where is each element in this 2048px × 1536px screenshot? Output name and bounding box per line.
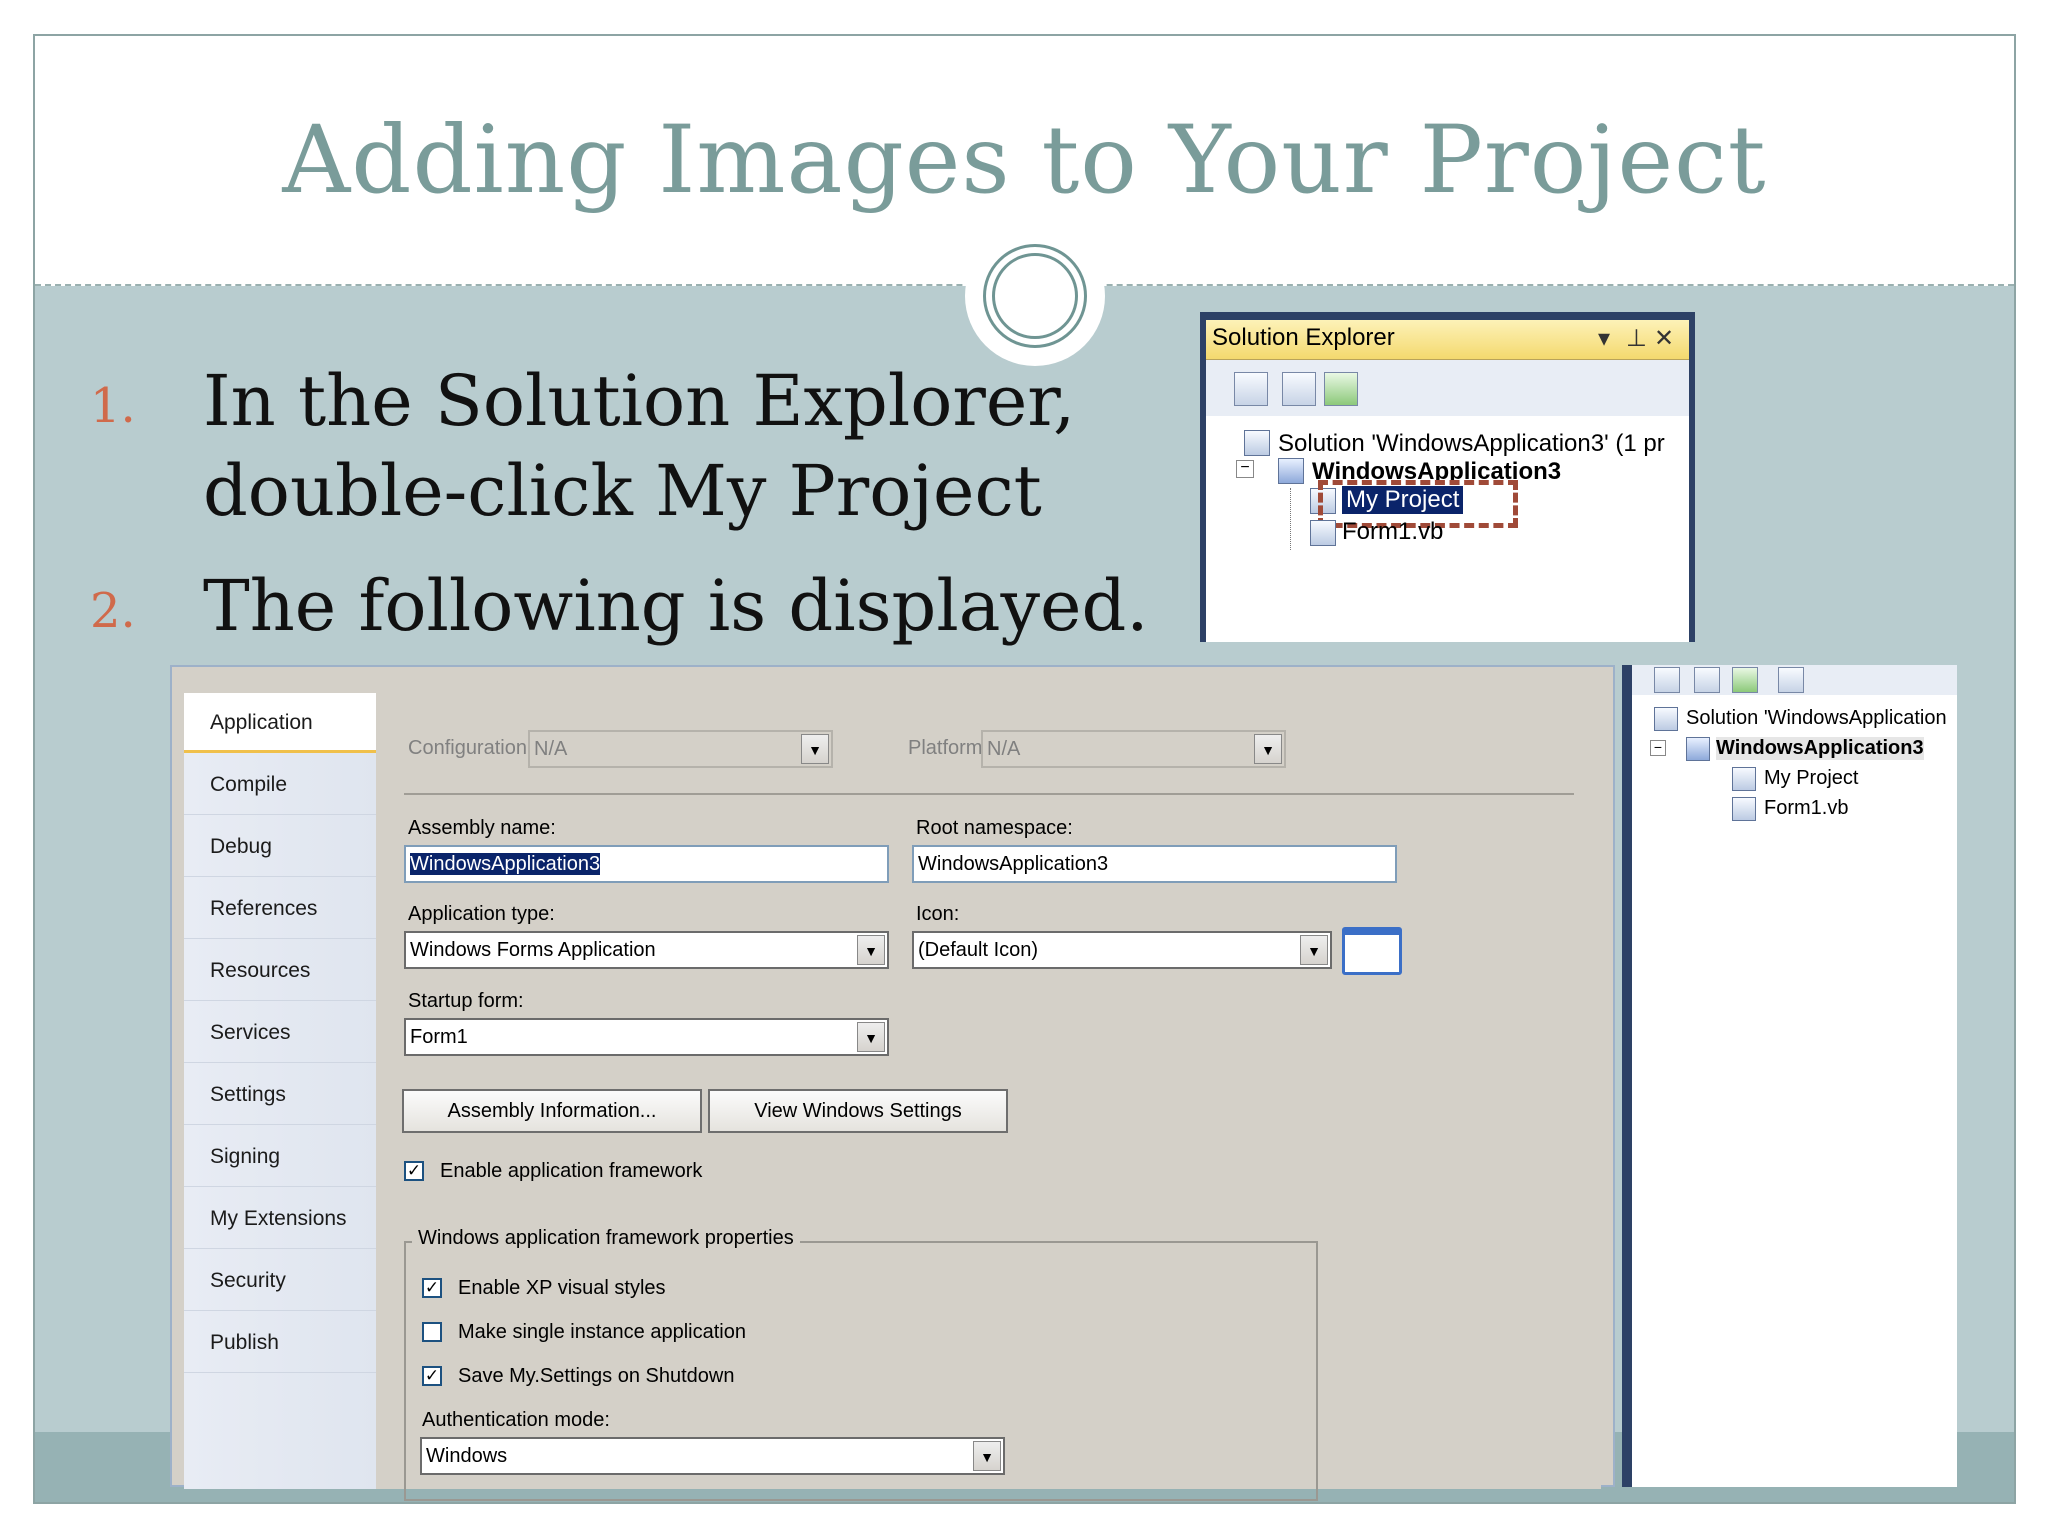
enable-framework-checkbox[interactable]: ✓ (404, 1161, 424, 1181)
platform-label: Platform: (908, 737, 989, 759)
assembly-name-field[interactable]: WindowsApplication3 (404, 845, 889, 883)
solution-explorer-toolbar (1632, 665, 1957, 695)
authentication-mode-select[interactable]: Windows ▼ (420, 1437, 1005, 1475)
single-instance-label: Make single instance application (458, 1321, 746, 1343)
tree-form1[interactable]: Form1.vb (1764, 797, 1848, 820)
pin-icon[interactable]: ⊥ (1626, 324, 1647, 353)
list-item-2: 2. The following is displayed. (90, 561, 1190, 651)
form-icon (1732, 797, 1756, 821)
show-all-files-icon[interactable] (1694, 667, 1720, 693)
properties-nav: Application Compile Debug References Res… (184, 693, 376, 1489)
chevron-down-icon: ▼ (1300, 935, 1328, 965)
enable-framework-label: Enable application framework (440, 1160, 703, 1182)
class-view-icon[interactable] (1778, 667, 1804, 693)
solution-icon (1654, 707, 1678, 731)
chevron-down-icon: ▼ (973, 1441, 1001, 1471)
application-type-value: Windows Forms Application (410, 939, 656, 961)
list-item-1: 1. In the Solution Explorer, double-clic… (90, 356, 1090, 536)
tree-solution[interactable]: Solution 'WindowsApplication (1686, 707, 1947, 730)
title-ornament (965, 226, 1105, 366)
show-all-files-icon[interactable] (1282, 372, 1316, 406)
authentication-mode-value: Windows (426, 1445, 508, 1467)
dropdown-icon[interactable]: ▾ (1598, 324, 1610, 353)
tab-settings[interactable]: Settings (184, 1065, 376, 1125)
tree-my-project[interactable]: My Project (1764, 767, 1858, 790)
single-instance-checkbox[interactable] (422, 1322, 442, 1342)
icon-select[interactable]: (Default Icon) ▼ (912, 931, 1332, 969)
tree-form1[interactable]: Form1.vb (1342, 518, 1443, 546)
startup-form-label: Startup form: (408, 990, 524, 1012)
root-namespace-label: Root namespace: (916, 817, 1073, 839)
solution-icon (1244, 430, 1270, 456)
solution-explorer-toolbar (1206, 360, 1689, 416)
framework-properties-group-label: Windows application framework properties (412, 1227, 800, 1250)
icon-value: (Default Icon) (918, 939, 1039, 961)
tree-solution[interactable]: Solution 'WindowsApplication3' (1 pr (1278, 430, 1665, 458)
save-settings-label: Save My.Settings on Shutdown (458, 1365, 735, 1387)
chevron-down-icon: ▼ (801, 734, 829, 764)
tab-my-extensions[interactable]: My Extensions (184, 1189, 376, 1249)
tab-resources[interactable]: Resources (184, 941, 376, 1001)
collapse-icon[interactable]: − (1650, 740, 1666, 756)
assembly-information-button[interactable]: Assembly Information... (402, 1089, 702, 1133)
tab-services[interactable]: Services (184, 1003, 376, 1063)
chevron-down-icon: ▼ (1254, 734, 1282, 764)
form-icon (1310, 520, 1336, 546)
project-properties-window: Application Compile Debug References Res… (170, 665, 1615, 1501)
solution-explorer-panel-right: Solution 'WindowsApplication − WindowsAp… (1622, 665, 1957, 1487)
view-windows-settings-button[interactable]: View Windows Settings (708, 1089, 1008, 1133)
solution-explorer-titlebar: Solution Explorer ▾ ⊥ ✕ (1206, 320, 1689, 360)
startup-form-select[interactable]: Form1 ▼ (404, 1018, 889, 1056)
tab-application[interactable]: Application (184, 693, 376, 753)
tab-signing[interactable]: Signing (184, 1127, 376, 1187)
my-project-icon (1732, 767, 1756, 791)
properties-icon[interactable] (1234, 372, 1268, 406)
tab-references[interactable]: References (184, 879, 376, 939)
tree-line (1290, 488, 1291, 550)
list-number: 2. (90, 583, 136, 639)
tab-compile[interactable]: Compile (184, 755, 376, 815)
properties-icon[interactable] (1654, 667, 1680, 693)
xp-styles-checkbox[interactable]: ✓ (422, 1278, 442, 1298)
list-text-line: double-click My Project (203, 450, 1042, 532)
chevron-down-icon: ▼ (857, 1022, 885, 1052)
slide-title: Adding Images to Your Project (282, 106, 1767, 215)
application-type-label: Application type: (408, 903, 555, 925)
root-namespace-value: WindowsApplication3 (918, 853, 1109, 875)
platform-value: N/A (987, 738, 1021, 760)
icon-preview (1342, 927, 1402, 975)
solution-explorer-window: Solution Explorer ▾ ⊥ ✕ Solution 'Window… (1200, 312, 1695, 642)
refresh-icon[interactable] (1324, 372, 1358, 406)
save-settings-checkbox[interactable]: ✓ (422, 1366, 442, 1386)
list-text-line: In the Solution Explorer, (203, 360, 1076, 442)
refresh-icon[interactable] (1732, 667, 1758, 693)
vb-project-icon (1278, 458, 1304, 484)
close-icon[interactable]: ✕ (1654, 324, 1674, 353)
vb-project-icon (1686, 737, 1710, 761)
tree-project[interactable]: WindowsApplication3 (1716, 737, 1924, 760)
assembly-name-value: WindowsApplication3 (410, 853, 601, 875)
chevron-down-icon: ▼ (857, 935, 885, 965)
list-text-line: The following is displayed. (203, 565, 1149, 647)
authentication-mode-label: Authentication mode: (422, 1409, 610, 1431)
configuration-label: Configuration: (408, 737, 533, 759)
startup-form-value: Form1 (410, 1026, 468, 1048)
tab-debug[interactable]: Debug (184, 817, 376, 877)
assembly-name-label: Assembly name: (408, 817, 556, 839)
solution-explorer-title: Solution Explorer (1212, 324, 1395, 351)
application-type-select[interactable]: Windows Forms Application ▼ (404, 931, 889, 969)
xp-styles-label: Enable XP visual styles (458, 1277, 666, 1299)
configuration-value: N/A (534, 738, 568, 760)
application-settings-panel: Configuration: N/A ▼ Platform: N/A ▼ Ass… (376, 693, 1601, 1501)
icon-label: Icon: (916, 903, 960, 925)
root-namespace-field[interactable]: WindowsApplication3 (912, 845, 1397, 883)
platform-select[interactable]: N/A ▼ (981, 730, 1286, 768)
divider (404, 793, 1574, 795)
list-number: 1. (90, 378, 136, 434)
collapse-icon[interactable]: − (1236, 460, 1254, 478)
configuration-select[interactable]: N/A ▼ (528, 730, 833, 768)
tab-security[interactable]: Security (184, 1251, 376, 1311)
tab-publish[interactable]: Publish (184, 1313, 376, 1373)
